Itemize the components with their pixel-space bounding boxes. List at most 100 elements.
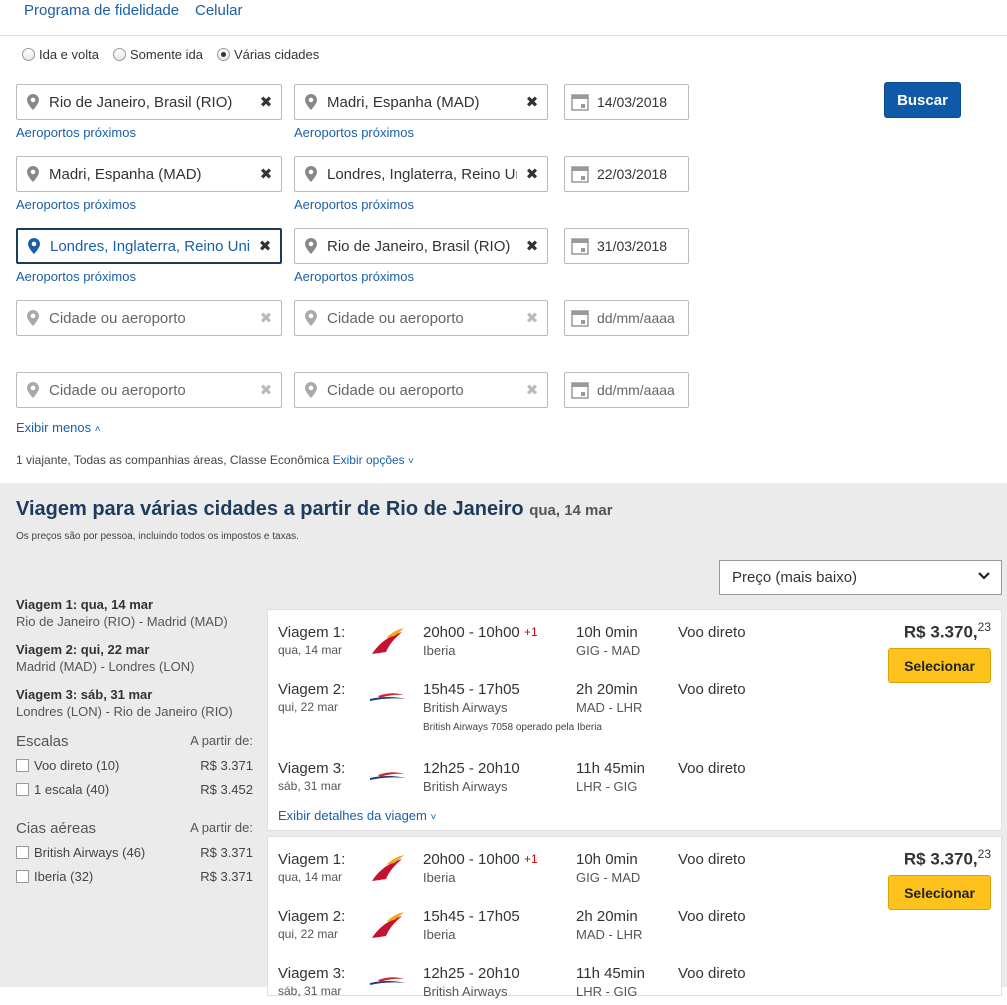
destination-input[interactable]: Cidade ou aeroporto ✖ — [294, 300, 548, 336]
origin-input[interactable]: Londres, Inglaterra, Reino Unido ✖ — [16, 228, 282, 264]
radio-multi-city[interactable]: Várias cidades — [217, 47, 319, 62]
clear-icon[interactable]: ✖ — [517, 309, 547, 327]
calendar-icon — [571, 94, 589, 111]
select-button[interactable]: Selecionar — [888, 648, 991, 683]
location-pin-icon — [305, 310, 317, 326]
radio-round-trip[interactable]: Ida e volta — [22, 47, 99, 62]
flight-card: Viagem 1: qua, 14 mar 20h00 - 10h00 +1 I… — [267, 836, 1002, 999]
checkbox[interactable] — [16, 759, 29, 772]
date-input[interactable]: 31/03/2018 — [564, 228, 689, 264]
radio-dot[interactable] — [113, 48, 126, 61]
clear-icon[interactable]: ✖ — [251, 381, 281, 399]
origin-input[interactable]: Rio de Janeiro, Brasil (RIO) ✖ — [16, 84, 282, 120]
iberia-logo-icon — [368, 626, 408, 659]
card-leg: Viagem 3: sáb, 31 mar 12h25 - 20h10 Brit… — [278, 760, 746, 795]
destination-value: Cidade ou aeroporto — [327, 381, 464, 399]
clear-icon[interactable]: ✖ — [250, 237, 280, 255]
origin-value: Cidade ou aeroporto — [49, 309, 186, 327]
nav-link-loyalty[interactable]: Programa de fidelidade — [24, 2, 179, 19]
trip-details-link[interactable]: Exibir detalhes da viagem ˅ — [278, 808, 436, 823]
destination-value: Londres, Inglaterra, Reino Unido — [327, 165, 517, 183]
origin-value: Londres, Inglaterra, Reino Unido — [50, 237, 250, 255]
checkbox[interactable] — [16, 783, 29, 796]
location-pin-icon — [305, 94, 317, 110]
date-input[interactable]: 22/03/2018 — [564, 156, 689, 192]
destination-input[interactable]: Madri, Espanha (MAD) ✖ — [294, 84, 548, 120]
flight-card: Viagem 1: qua, 14 mar 20h00 - 10h00 +1 I… — [267, 609, 1002, 831]
origin-input[interactable]: Cidade ou aeroporto ✖ — [16, 300, 282, 336]
operated-by-note: British Airways 7058 operado pela Iberia — [423, 722, 602, 733]
destination-value: Madri, Espanha (MAD) — [327, 93, 480, 111]
nearby-airports-link[interactable]: Aeroportos próximos — [294, 125, 414, 140]
clear-icon[interactable]: ✖ — [251, 93, 281, 111]
show-options-link[interactable]: Exibir opções ˅ — [333, 453, 414, 467]
destination-value: Rio de Janeiro, Brasil (RIO) — [327, 237, 511, 255]
location-pin-icon — [28, 238, 40, 254]
location-pin-icon — [305, 382, 317, 398]
sort-select[interactable]: Preço (mais baixo) — [719, 560, 1002, 595]
clear-icon[interactable]: ✖ — [517, 237, 547, 255]
chevron-down-icon: ˅ — [408, 456, 414, 467]
british-airways-logo-icon — [368, 762, 408, 795]
clear-icon[interactable]: ✖ — [517, 165, 547, 183]
date-value: 22/03/2018 — [597, 166, 668, 182]
show-less-link[interactable]: Exibir menos ˄ — [16, 420, 101, 435]
location-pin-icon — [27, 310, 39, 326]
radio-dot[interactable] — [22, 48, 35, 61]
chevron-up-icon: ˄ — [94, 424, 101, 435]
date-value: dd/mm/aaaa — [597, 310, 675, 326]
calendar-icon — [571, 238, 589, 255]
nearby-airports-link[interactable]: Aeroportos próximos — [16, 125, 136, 140]
checkbox[interactable] — [16, 846, 29, 859]
trip-summary-1: Viagem 1: qua, 14 mar Rio de Janeiro (RIO… — [16, 597, 228, 629]
nearby-airports-link[interactable]: Aeroportos próximos — [16, 269, 136, 284]
clear-icon[interactable]: ✖ — [517, 381, 547, 399]
location-pin-icon — [27, 166, 39, 182]
stops-filter-header: Escalas A partir de: — [16, 733, 253, 750]
origin-input[interactable]: Madri, Espanha (MAD) ✖ — [16, 156, 282, 192]
clear-icon[interactable]: ✖ — [251, 165, 281, 183]
date-input[interactable]: dd/mm/aaaa — [564, 300, 689, 336]
filter-british-airways[interactable]: British Airways (46) R$ 3.371 — [16, 845, 253, 860]
nav-link-mobile[interactable]: Celular — [195, 2, 243, 19]
price: R$ 3.370,23 — [903, 847, 991, 869]
card-leg: Viagem 2: qui, 22 mar 15h45 - 17h05 Iber… — [278, 908, 746, 942]
destination-input[interactable]: Londres, Inglaterra, Reino Unido✖ — [294, 156, 548, 192]
radio-one-way[interactable]: Somente ida — [113, 47, 203, 62]
destination-value: Cidade ou aeroporto — [327, 309, 464, 327]
filter-iberia[interactable]: Iberia (32) R$ 3.371 — [16, 869, 253, 884]
destination-input[interactable]: Rio de Janeiro, Brasil (RIO) ✖ — [294, 228, 548, 264]
origin-value: Madri, Espanha (MAD) — [49, 165, 202, 183]
origin-input[interactable]: Cidade ou aeroporto ✖ — [16, 372, 282, 408]
nearby-airports-link[interactable]: Aeroportos próximos — [294, 197, 414, 212]
calendar-icon — [571, 310, 589, 327]
nearby-airports-link[interactable]: Aeroportos próximos — [16, 197, 136, 212]
clear-icon[interactable]: ✖ — [251, 309, 281, 327]
filter-direct[interactable]: Voo direto (10) R$ 3.371 — [16, 758, 253, 773]
date-input[interactable]: dd/mm/aaaa — [564, 372, 689, 408]
destination-input[interactable]: Cidade ou aeroporto ✖ — [294, 372, 548, 408]
results-panel: Viagem para várias cidades a partir de R… — [0, 483, 1007, 999]
radio-dot-selected[interactable] — [217, 48, 230, 61]
location-pin-icon — [305, 238, 317, 254]
filter-one-stop[interactable]: 1 escala (40) R$ 3.452 — [16, 782, 253, 797]
date-input[interactable]: 14/03/2018 — [564, 84, 689, 120]
checkbox[interactable] — [16, 870, 29, 883]
iberia-logo-icon — [368, 853, 408, 886]
british-airways-logo-icon — [368, 683, 408, 716]
top-nav: Programa de fidelidade Celular — [0, 0, 1007, 36]
nearby-airports-link[interactable]: Aeroportos próximos — [294, 269, 414, 284]
date-value: dd/mm/aaaa — [597, 382, 675, 398]
origin-value: Rio de Janeiro, Brasil (RIO) — [49, 93, 233, 111]
search-button[interactable]: Buscar — [884, 82, 961, 118]
clear-icon[interactable]: ✖ — [517, 93, 547, 111]
date-value: 31/03/2018 — [597, 238, 668, 254]
location-pin-icon — [27, 94, 39, 110]
card-leg: Viagem 3: sáb, 31 mar 12h25 - 20h10 Brit… — [278, 965, 746, 999]
chevron-down-icon: ˅ — [430, 812, 437, 823]
location-pin-icon — [305, 166, 317, 182]
origin-value: Cidade ou aeroporto — [49, 381, 186, 399]
select-button[interactable]: Selecionar — [888, 875, 991, 910]
calendar-icon — [571, 382, 589, 399]
trip-summary-2: Viagem 2: qui, 22 mar Madrid (MAD) - Lond… — [16, 642, 195, 674]
